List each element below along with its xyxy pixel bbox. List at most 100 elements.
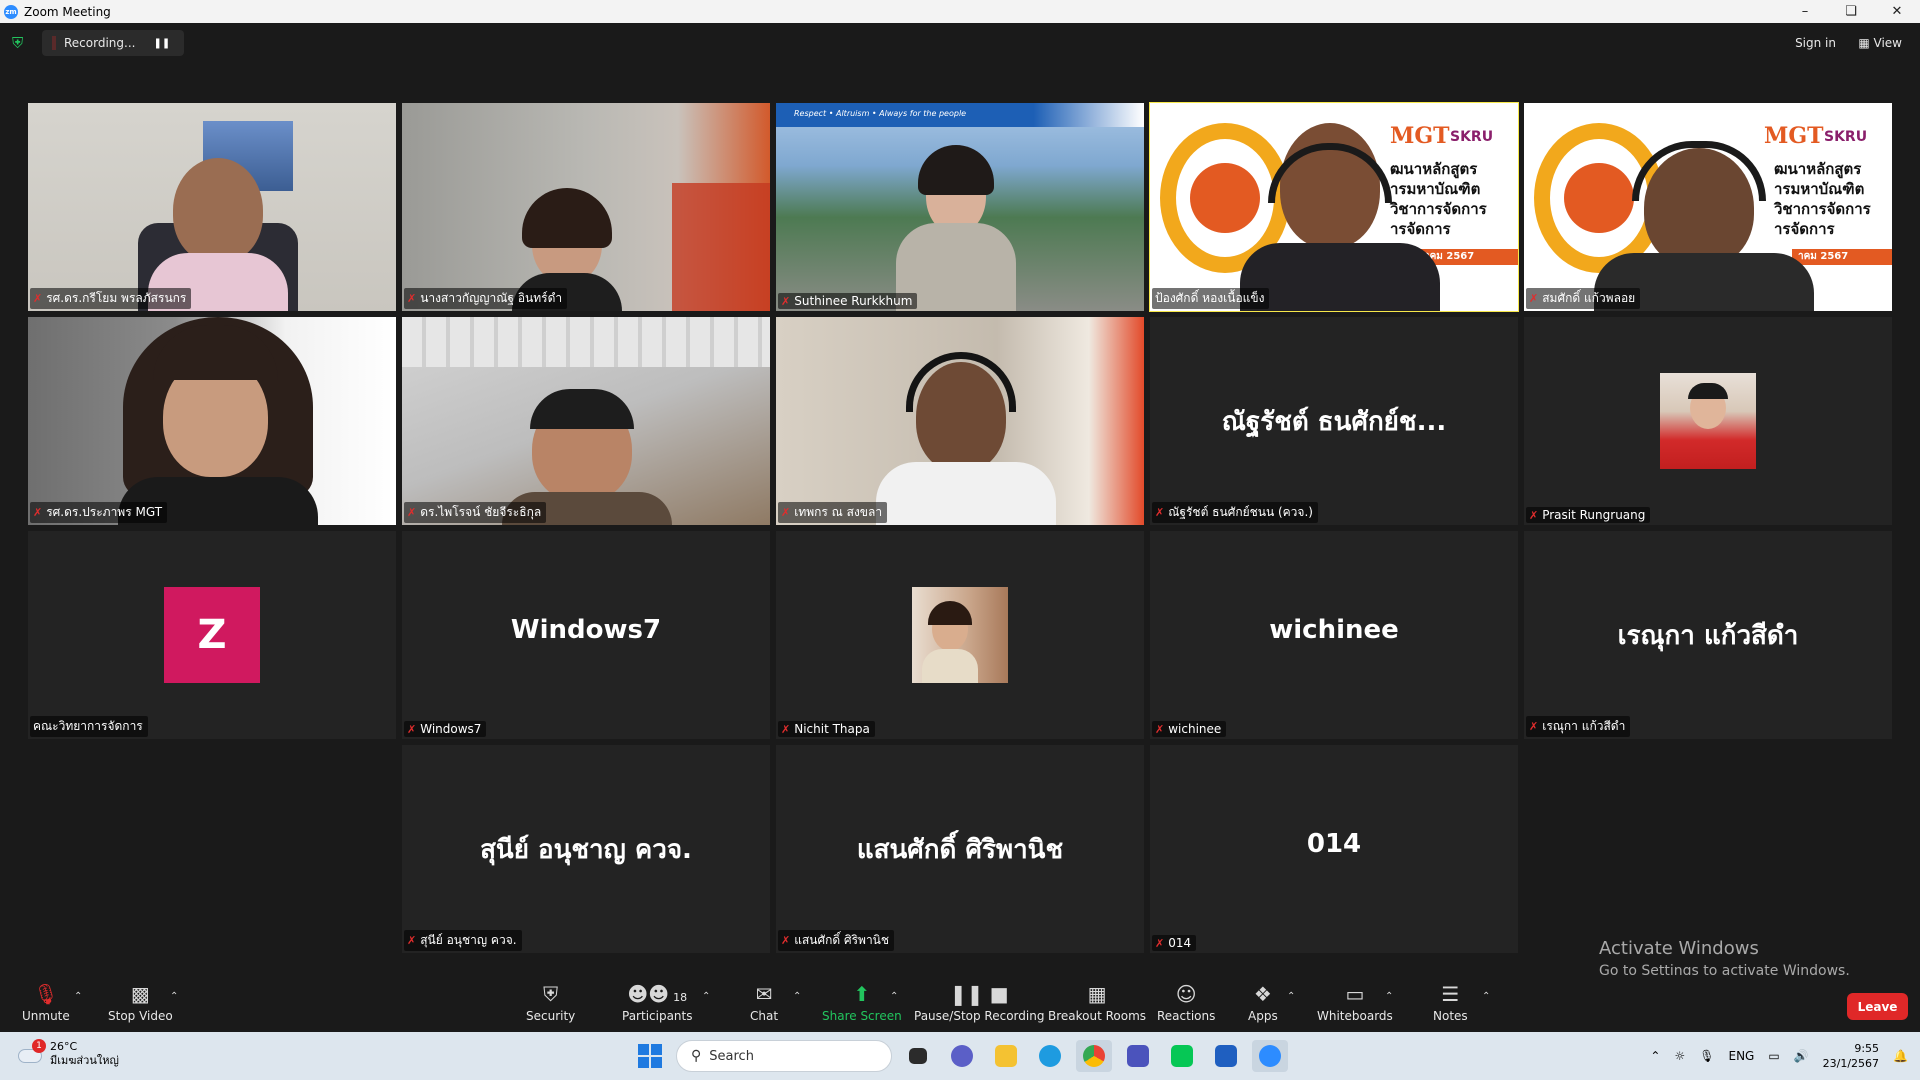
- task-view-icon[interactable]: [900, 1040, 936, 1072]
- participants-button[interactable]: ☻☻ 18 Participants: [622, 981, 693, 1029]
- breakout-rooms-grid-icon: ▦: [1087, 982, 1107, 1006]
- display-icon[interactable]: ▭: [1768, 1049, 1779, 1063]
- participant-video: [402, 103, 770, 311]
- reactions-button[interactable]: ☺ Reactions: [1157, 981, 1215, 1029]
- security-shield-icon: ⛨: [543, 982, 559, 1006]
- show-hidden-icons-chevron-icon[interactable]: ⌃: [1650, 1049, 1660, 1063]
- gallery-grid: ✗ รศ.ดร.กรีโยม พรลภัสรนกร ✗ นางสาวกัญญาณัฐ…: [28, 102, 1894, 953]
- stop-video-button[interactable]: ▩ Stop Video: [108, 981, 173, 1029]
- taskbar-search-input[interactable]: ⚲ Search: [676, 1040, 892, 1072]
- notes-button[interactable]: ☰ Notes: [1433, 981, 1468, 1029]
- participant-name-label: ✗ Suthinee Rurkkhum: [778, 293, 918, 309]
- participant-tile[interactable]: Respect • Altruism • Always for the peop…: [776, 103, 1144, 311]
- participant-name-label: ✗ Windows7: [404, 721, 487, 737]
- reactions-smiley-icon: ☺: [1175, 982, 1197, 1006]
- profile-photo: [912, 587, 1008, 683]
- participant-tile[interactable]: Z คณะวิทยาการจัดการ: [28, 531, 396, 739]
- volume-icon[interactable]: 🔊: [1794, 1049, 1809, 1063]
- participant-tile[interactable]: ✗ ดร.ไพโรจน์ ชัยจีระธิกุล: [402, 317, 770, 525]
- muted-mic-icon: ✗: [33, 292, 43, 305]
- participant-tile[interactable]: แสนศักดิ์ ศิริพานิช ✗ แสนศักดิ์ ศิริพานิช: [776, 745, 1144, 953]
- participants-options-chevron-icon[interactable]: ⌃: [702, 991, 710, 1002]
- muted-mic-icon: ✗: [407, 722, 417, 736]
- pause-recording-icon[interactable]: ❚❚: [153, 38, 170, 49]
- participant-tile[interactable]: ✗ Prasit Rungruang: [1524, 317, 1892, 525]
- participant-display-name: สุนีย์ อนุชาญ ควจ.: [480, 835, 692, 865]
- muted-mic-icon: ✗: [1529, 720, 1539, 733]
- participant-tile[interactable]: MGT SKRU ฒนาหลักสูตร ารมหาบัณฑิต วิชาการ…: [1524, 103, 1892, 311]
- participants-icon: ☻☻: [627, 982, 670, 1006]
- chat-button[interactable]: ✉ Chat: [750, 981, 778, 1029]
- microsoft-teams-icon[interactable]: [1120, 1040, 1156, 1072]
- participant-tile[interactable]: ✗ รศ.ดร.กรีโยม พรลภัสรนกร: [28, 103, 396, 311]
- teams-meet-icon[interactable]: [944, 1040, 980, 1072]
- video-options-chevron-icon[interactable]: ⌃: [170, 991, 178, 1002]
- whiteboards-button[interactable]: ▭ Whiteboards: [1317, 981, 1393, 1029]
- participant-tile[interactable]: ✗ เทพกร ณ สงขลา: [776, 317, 1144, 525]
- participant-tile[interactable]: ✗ นางสาวกัญญาณัฐ อินทร์ดำ: [402, 103, 770, 311]
- system-tray: ⌃ ☼ 🎙 ENG ▭ 🔊 9:55 23/1/2567 🔔: [1636, 1040, 1908, 1072]
- windows-start-icon[interactable]: [638, 1044, 662, 1068]
- line-app-icon[interactable]: [1164, 1040, 1200, 1072]
- zoom-app-taskbar-icon[interactable]: [1252, 1040, 1288, 1072]
- participant-tile[interactable]: wichinee ✗ wichinee: [1150, 531, 1518, 739]
- sign-in-button[interactable]: Sign in: [1789, 33, 1842, 53]
- chrome-browser-icon[interactable]: [1076, 1040, 1112, 1072]
- participant-tile[interactable]: Windows7 ✗ Windows7: [402, 531, 770, 739]
- edge-browser-icon[interactable]: [1032, 1040, 1068, 1072]
- restore-icon[interactable]: ❏: [1828, 0, 1874, 23]
- notes-options-chevron-icon[interactable]: ⌃: [1482, 991, 1490, 1002]
- muted-mic-icon: ✗: [33, 506, 43, 519]
- notes-icon: ☰: [1441, 982, 1460, 1006]
- weather-cloud-icon: 1: [16, 1039, 46, 1065]
- encryption-shield-icon[interactable]: ⛨: [12, 34, 28, 52]
- breakout-rooms-button[interactable]: ▦ Breakout Rooms: [1048, 981, 1146, 1029]
- whiteboards-options-chevron-icon[interactable]: ⌃: [1385, 991, 1393, 1002]
- notifications-bell-icon[interactable]: 🔔: [1893, 1049, 1908, 1063]
- search-placeholder: Search: [709, 1048, 754, 1064]
- participant-tile[interactable]: 014 ✗ 014: [1150, 745, 1518, 953]
- unmute-button[interactable]: 🎙 Unmute: [22, 981, 70, 1029]
- share-screen-button[interactable]: ⬆ Share Screen: [822, 981, 902, 1029]
- participant-tile[interactable]: ณัฐรัชต์ ธนศักย์ช... ✗ ณัฐรัชต์ ธนศักย์ชน…: [1150, 317, 1518, 525]
- zoom-app-icon: zm: [4, 4, 18, 19]
- security-button[interactable]: ⛨ Security: [526, 981, 575, 1029]
- participant-tile[interactable]: เรณุกา แก้วสีดำ ✗ เรณุกา แก้วสีดำ: [1524, 531, 1892, 739]
- participant-name-label: ✗ สมศักดิ์ แก้วพลอย: [1526, 288, 1641, 309]
- audio-options-chevron-icon[interactable]: ⌃: [74, 991, 82, 1002]
- participant-name-label: ✗ Prasit Rungruang: [1526, 507, 1651, 523]
- participant-video: [776, 317, 1144, 525]
- muted-mic-icon: ✗: [781, 934, 791, 947]
- microphone-icon[interactable]: 🎙: [1699, 1049, 1714, 1063]
- muted-microphone-icon: 🎙: [33, 982, 59, 1006]
- minimize-icon[interactable]: –: [1782, 0, 1828, 23]
- participant-display-name: 014: [1306, 829, 1362, 859]
- weather-widget[interactable]: 1 26°C มีเมฆส่วนใหญ่: [16, 1039, 119, 1068]
- profile-photo: [1660, 373, 1756, 469]
- participant-tile[interactable]: สุนีย์ อนุชาญ ควจ. ✗ สุนีย์ อนุชาญ ควจ.: [402, 745, 770, 953]
- taskbar-clock[interactable]: 9:55 23/1/2567: [1823, 1041, 1879, 1071]
- apps-options-chevron-icon[interactable]: ⌃: [1287, 991, 1295, 1002]
- word-app-icon[interactable]: [1208, 1040, 1244, 1072]
- pause-stop-recording-button[interactable]: ❚❚ ■ Pause/Stop Recording: [914, 981, 1044, 1029]
- video-camera-icon: ▩: [130, 982, 150, 1006]
- view-button[interactable]: ▦ View: [1852, 33, 1908, 53]
- share-options-chevron-icon[interactable]: ⌃: [890, 991, 898, 1002]
- participant-name-label: ✗ ดร.ไพโรจน์ ชัยจีระธิกุล: [404, 502, 547, 523]
- chat-options-chevron-icon[interactable]: ⌃: [793, 991, 801, 1002]
- participant-tile[interactable]: ✗ รศ.ดร.ประภาพร MGT: [28, 317, 396, 525]
- participant-name-label: ✗ นางสาวกัญญาณัฐ อินทร์ดำ: [404, 288, 568, 309]
- participant-tile-active-speaker[interactable]: MGT SKRU ฒนาหลักสูตร ารมหาบัณฑิต วิชาการ…: [1149, 102, 1519, 312]
- avatar-letter: Z: [164, 587, 260, 683]
- muted-mic-icon: ✗: [781, 722, 791, 736]
- recording-label: Recording...: [64, 36, 136, 50]
- leave-button[interactable]: Leave: [1847, 993, 1908, 1020]
- file-explorer-icon[interactable]: [988, 1040, 1024, 1072]
- network-icon[interactable]: ☼: [1674, 1049, 1685, 1063]
- apps-button[interactable]: ❖ Apps: [1248, 981, 1278, 1029]
- input-language[interactable]: ENG: [1728, 1049, 1754, 1063]
- participant-name-label: ✗ 014: [1152, 935, 1197, 951]
- participant-name-label: ✗ รศ.ดร.ประภาพร MGT: [30, 502, 168, 523]
- close-icon[interactable]: ✕: [1874, 0, 1920, 23]
- participant-tile[interactable]: ✗ Nichit Thapa: [776, 531, 1144, 739]
